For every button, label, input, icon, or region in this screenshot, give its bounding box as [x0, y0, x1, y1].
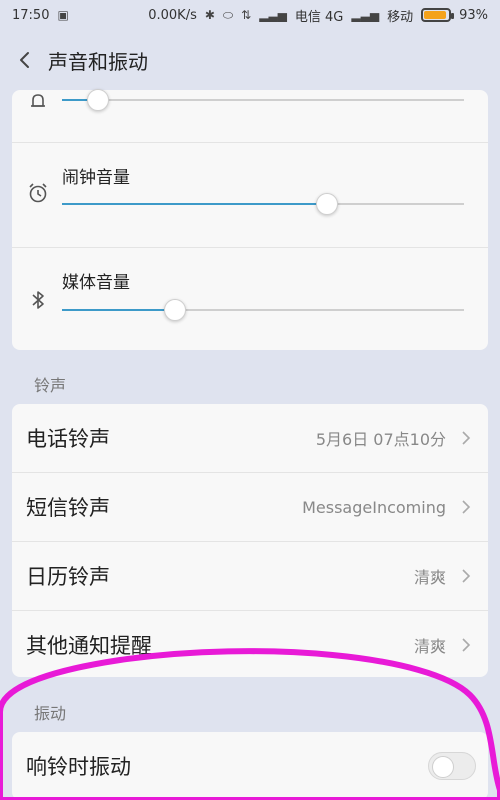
- signal-icon-2: ▂▃▅: [351, 8, 380, 22]
- vibrate-status-icon: ⬭: [222, 7, 234, 22]
- notification-icon: ▣: [57, 8, 69, 22]
- status-right: 0.00K/s ✱ ⬭ ⇅ ▂▃▅ 电信 4G ▂▃▅ 移动 93%: [148, 6, 488, 25]
- ringtone-value: 5月6日 07点10分: [315, 430, 446, 449]
- ringtone-title: 短信铃声: [26, 496, 110, 520]
- ringtone-card: 电话铃声 5月6日 07点10分 短信铃声 MessageIncoming 日历…: [12, 404, 488, 677]
- bell-icon: [26, 90, 50, 114]
- alarm-volume-label: 闹钟音量: [62, 168, 130, 188]
- ringer-volume-thumb[interactable]: [87, 89, 110, 111]
- ringer-volume-row: [12, 38, 488, 142]
- status-time: 17:50: [12, 7, 50, 23]
- alarm-volume-slider[interactable]: [62, 193, 464, 215]
- ringtone-row-other[interactable]: 其他通知提醒 清爽: [12, 611, 488, 679]
- vibrate-card: 响铃时振动: [12, 732, 488, 800]
- vibrate-on-ring-toggle[interactable]: [428, 752, 476, 780]
- status-left: 17:50 ▣: [12, 8, 69, 23]
- vibrate-on-ring-title: 响铃时振动: [26, 755, 131, 779]
- signal-icon-1: ▂▃▅: [259, 8, 287, 22]
- media-volume-label: 媒体音量: [62, 273, 130, 293]
- volume-card: 闹钟音量 媒体音量: [12, 89, 488, 352]
- chevron-right-icon: [458, 499, 474, 515]
- section-ringtone-title: 铃声: [34, 376, 67, 395]
- section-vibrate-title: 振动: [34, 704, 67, 723]
- chevron-right-icon: [458, 568, 474, 584]
- alarm-volume-fill: [62, 203, 328, 205]
- ringtone-title: 电话铃声: [26, 427, 110, 451]
- chevron-right-icon: [458, 430, 474, 446]
- media-volume-row: 媒体音量: [12, 248, 488, 352]
- ringtone-row-phone[interactable]: 电话铃声 5月6日 07点10分: [12, 404, 488, 472]
- alarm-volume-thumb[interactable]: [316, 193, 339, 215]
- status-bar: 17:50 ▣ 0.00K/s ✱ ⬭ ⇅ ▂▃▅ 电信 4G ▂▃▅ 移动 9…: [0, 0, 500, 30]
- data-transfer-icon: ⇅: [241, 8, 252, 22]
- carrier-1: 电信 4G: [294, 9, 344, 25]
- vibrate-on-ring-row[interactable]: 响铃时振动: [12, 732, 488, 800]
- ringtone-value: 清爽: [413, 568, 446, 587]
- ringer-volume-slider[interactable]: [62, 89, 464, 111]
- ringtone-value: MessageIncoming: [302, 497, 446, 517]
- battery-icon: [421, 8, 455, 22]
- ringtone-value: 清爽: [413, 637, 446, 656]
- alarm-clock-icon: [26, 181, 50, 205]
- ringtone-row-calendar[interactable]: 日历铃声 清爽: [12, 542, 488, 610]
- alarm-volume-row: 闹钟音量: [12, 143, 488, 247]
- ringtone-row-sms[interactable]: 短信铃声 MessageIncoming: [12, 473, 488, 541]
- ringtone-title: 日历铃声: [26, 565, 110, 589]
- battery-fill: [424, 11, 447, 19]
- battery-percent: 93%: [459, 7, 488, 23]
- media-volume-thumb[interactable]: [163, 299, 186, 321]
- toggle-knob: [432, 756, 454, 778]
- media-volume-fill: [62, 309, 175, 311]
- ringtone-title: 其他通知提醒: [26, 634, 152, 658]
- bluetooth-status-icon: ✱: [204, 8, 215, 22]
- network-speed: 0.00K/s: [148, 7, 197, 23]
- chevron-right-icon: [458, 637, 474, 653]
- carrier-2: 移动: [387, 9, 414, 25]
- media-volume-slider[interactable]: [62, 299, 464, 321]
- bluetooth-icon: [26, 288, 50, 312]
